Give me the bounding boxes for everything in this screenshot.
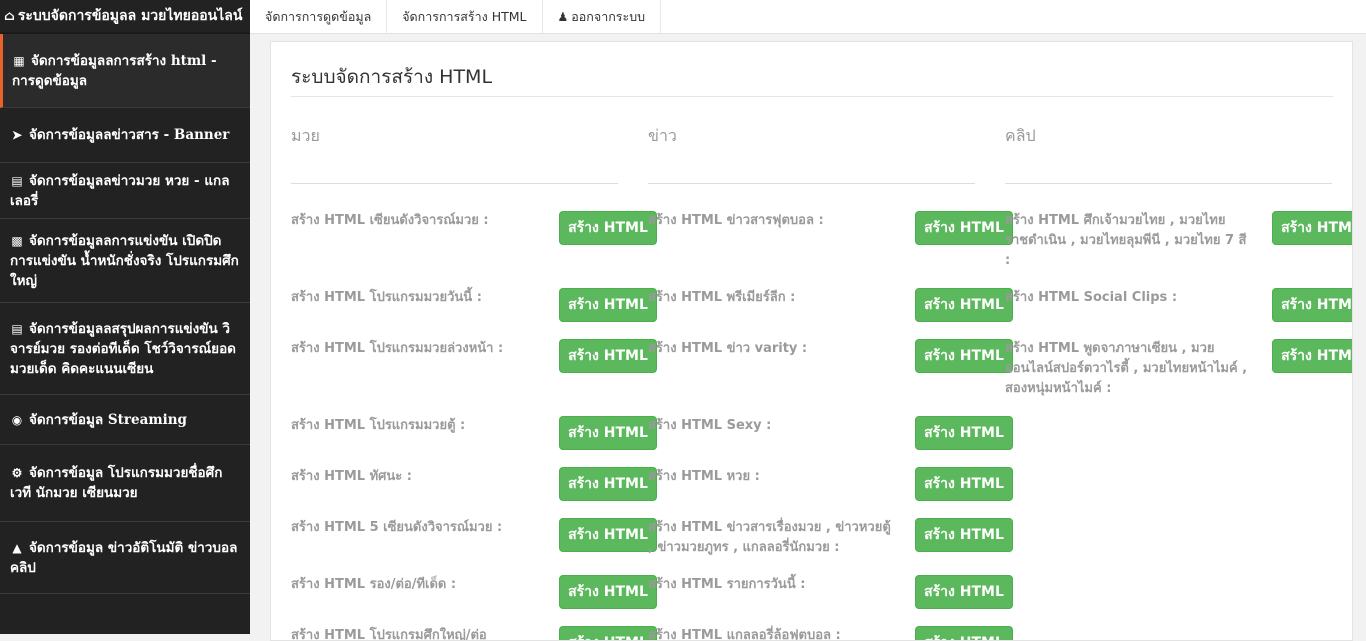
- create-html-button[interactable]: สร้าง HTML: [915, 416, 1013, 450]
- row-label: สร้าง HTML เซียนดังวิจารณ์มวย :: [291, 213, 489, 228]
- row-label: สร้าง HTML ศึกเจ้ามวยไทย , มวยไทยราชดำเน…: [1005, 213, 1247, 268]
- sidebar-item-label: จัดการข้อมูล Streaming: [29, 411, 187, 428]
- sidebar-item-auto-news[interactable]: ▲ จัดการข้อมูล ข่าวอัติโนมัติ ข่าวบอลคลิป: [0, 522, 250, 594]
- create-html-button[interactable]: สร้าง HTML: [559, 416, 657, 450]
- row-label: สร้าง HTML หวย :: [648, 469, 760, 484]
- row-label: สร้าง HTML ข่าว varity :: [648, 341, 808, 356]
- create-html-button[interactable]: สร้าง HTML: [1272, 211, 1352, 245]
- brand[interactable]: ⌂ ระบบจัดการข้อมูลล มวยไทยออนไลน์: [0, 0, 250, 34]
- row-label: สร้าง HTML โปรแกรมมวยตู้ :: [291, 418, 466, 433]
- top-navbar: จัดการการดูดข้อมูล จัดการการสร้าง HTML ♟…: [250, 0, 1366, 34]
- create-html-button[interactable]: สร้าง HTML: [915, 288, 1013, 322]
- sidebar-item-label: จัดการข้อมูล โปรแกรมมวยชื่อศึก เวที นักม…: [10, 465, 223, 501]
- page-title: ระบบจัดการสร้าง HTML: [291, 66, 493, 88]
- chevron-circle-icon: ➤: [11, 128, 23, 142]
- user-icon: ♟: [557, 10, 569, 24]
- sidebar: ⌂ ระบบจัดการข้อมูลล มวยไทยออนไลน์ ▦ จัดกา…: [0, 0, 250, 634]
- row-label: สร้าง HTML โปรแกรมมวยล่วงหน้า :: [291, 341, 504, 356]
- brand-title: ระบบจัดการข้อมูลล มวยไทยออนไลน์: [17, 8, 243, 24]
- create-html-button[interactable]: สร้าง HTML: [915, 575, 1013, 609]
- sidebar-item-label: จัดการข้อมูลลข่าวมวย หวย - แกลเลอรี่: [10, 172, 230, 209]
- create-html-button[interactable]: สร้าง HTML: [915, 518, 1013, 552]
- create-html-button[interactable]: สร้าง HTML: [915, 339, 1013, 373]
- row-label: สร้าง HTML ข่าวสารฟุตบอล :: [648, 213, 824, 228]
- create-html-button[interactable]: สร้าง HTML: [915, 211, 1013, 245]
- sidebar-item-boxing-lottery-gallery[interactable]: ▤ จัดการข้อมูลลข่าวมวย หวย - แกลเลอรี่: [0, 163, 250, 219]
- row-label: สร้าง HTML โปรแกรมมวยวันนี้ :: [291, 290, 482, 305]
- sidebar-item-program[interactable]: ⚙ จัดการข้อมูล โปรแกรมมวยชื่อศึก เวที นัก…: [0, 445, 250, 522]
- sitemap-icon: ▲: [12, 540, 22, 555]
- file-icon: ▤: [11, 321, 23, 336]
- server-icon: ▤: [11, 173, 23, 188]
- html-panel: ระบบจัดการสร้าง HTML มวย ข่าว คลิป สร้าง…: [270, 41, 1353, 641]
- row-label: สร้าง HTML Social Clips :: [1005, 290, 1178, 305]
- create-html-button[interactable]: สร้าง HTML: [559, 575, 657, 609]
- column-divider: [291, 183, 618, 184]
- camera-icon: ◉: [11, 412, 23, 427]
- column-divider: [648, 183, 975, 184]
- sidebar-item-streaming[interactable]: ◉ จัดการข้อมูล Streaming: [0, 395, 250, 445]
- gear-icon: ⚙: [11, 466, 23, 480]
- row-label: สร้าง HTML ทัศนะ :: [291, 469, 412, 484]
- column-heading-boxing: มวย: [291, 126, 320, 145]
- divider: [291, 96, 1333, 97]
- row-label: สร้าง HTML รอง/ต่อ/ทีเด็ด :: [291, 577, 457, 592]
- create-html-button[interactable]: สร้าง HTML: [915, 467, 1013, 501]
- sidebar-item-news-banner[interactable]: ➤ จัดการข้อมูลลข่าวสาร - Banner: [0, 108, 250, 163]
- row-label: สร้าง HTML 5 เซียนดังวิจารณ์มวย :: [291, 520, 503, 535]
- create-html-button[interactable]: สร้าง HTML: [559, 339, 657, 373]
- column-heading-news: ข่าว: [648, 126, 677, 145]
- sidebar-item-results[interactable]: ▤ จัดการข้อมูลลสรุปผลการแข่งขัน วิจารย์มว…: [0, 303, 250, 395]
- bar-chart-icon: ▩: [11, 233, 23, 248]
- sidebar-item-label: จัดการข้อมูลลสรุปผลการแข่งขัน วิจารย์มวย…: [10, 320, 236, 377]
- row-label: สร้าง HTML รายการวันนี้ :: [648, 577, 806, 592]
- row-label: สร้าง HTML พูดจาภาษาเซียน , มวยออนไลน์สป…: [1005, 341, 1248, 396]
- row-label: สร้าง HTML Sexy :: [648, 418, 772, 433]
- nav-logout-link[interactable]: ♟ ออกจากระบบ: [543, 0, 662, 34]
- create-html-button[interactable]: สร้าง HTML: [1272, 339, 1352, 373]
- column-heading-clips: คลิป: [1005, 126, 1036, 145]
- nav-html-link[interactable]: จัดการการสร้าง HTML: [387, 0, 543, 34]
- sidebar-item-label: จัดการข้อมูลลข่าวสาร - Banner: [29, 127, 230, 143]
- home-icon: ⌂: [4, 8, 15, 24]
- sidebar-item-html-scrape[interactable]: ▦ จัดการข้อมูลลการสร้าง html - การดูดข้อม…: [0, 34, 250, 108]
- sidebar-item-label: จัดการข้อมูลลการสร้าง html - การดูดข้อมู…: [12, 52, 217, 89]
- create-html-button[interactable]: สร้าง HTML: [1272, 288, 1352, 322]
- row-label: สร้าง HTML ข่าวสารเรื่องมวย , ข่าวหวยตู้…: [648, 520, 891, 555]
- create-html-button[interactable]: สร้าง HTML: [559, 288, 657, 322]
- column-divider: [1005, 183, 1332, 184]
- create-html-button[interactable]: สร้าง HTML: [559, 467, 657, 501]
- sidebar-item-label: จัดการข้อมูล ข่าวอัติโนมัติ ข่าวบอลคลิป: [10, 539, 238, 576]
- sidebar-item-label: จัดการข้อมูลลการแข่งขัน เปิดปิดการแข่งขั…: [10, 232, 239, 289]
- th-large-icon: ▦: [13, 53, 25, 68]
- nav-scrape-link[interactable]: จัดการการดูดข้อมูล: [250, 0, 388, 34]
- create-html-button[interactable]: สร้าง HTML: [559, 211, 657, 245]
- row-label: สร้าง HTML พรีเมียร์ลีก :: [648, 290, 796, 305]
- sidebar-item-competition[interactable]: ▩ จัดการข้อมูลลการแข่งขัน เปิดปิดการแข่งข…: [0, 219, 250, 303]
- create-html-button[interactable]: สร้าง HTML: [559, 518, 657, 552]
